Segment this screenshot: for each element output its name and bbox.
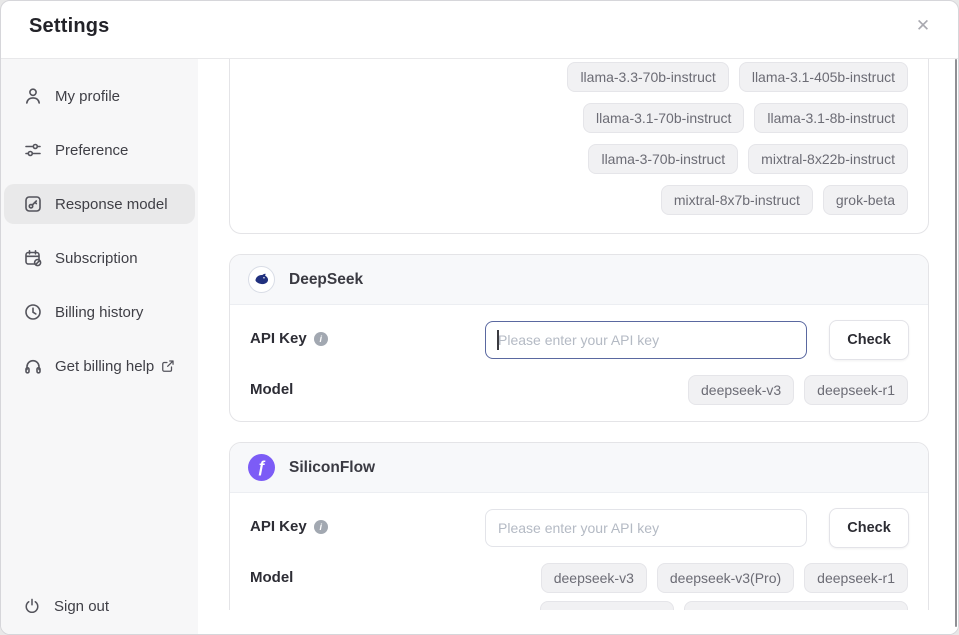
model-chip[interactable]: deepseek-v3 [541, 563, 647, 593]
page-title: Settings [29, 15, 110, 38]
api-key-label: API Key i [250, 518, 328, 535]
model-chip[interactable]: deepseek-v3(Pro) [657, 563, 794, 593]
sidebar-item-label: Preference [55, 142, 128, 159]
siliconflow-logo-icon: ƒ [248, 454, 275, 481]
sidebar-item-billing-history[interactable]: Billing history [4, 292, 195, 332]
provider-name: SiliconFlow [289, 459, 375, 477]
api-key-input[interactable] [485, 321, 807, 359]
info-icon[interactable]: i [314, 332, 328, 346]
sidebar-item-response-model[interactable]: Response model [4, 184, 195, 224]
sidebar-nav: My profile Preference Response model [1, 76, 198, 386]
user-icon [23, 86, 43, 106]
check-button[interactable]: Check [829, 508, 909, 548]
external-link-icon [161, 359, 175, 373]
calendar-icon [23, 248, 43, 268]
provider-card-siliconflow: ƒ SiliconFlow API Key i Check Model deep… [229, 442, 929, 635]
model-chip[interactable]: llama-3.1-405b-instruct [739, 62, 908, 92]
model-label: Model [250, 569, 293, 586]
model-chip[interactable]: llama-3-70b-instruct [588, 144, 738, 174]
sidebar: My profile Preference Response model [1, 59, 198, 634]
sliders-icon [23, 140, 43, 160]
model-chip-list: llama-3.3-70b-instruct llama-3.1-405b-in… [230, 62, 928, 233]
model-label: Model [250, 381, 293, 398]
sidebar-item-subscription[interactable]: Subscription [4, 238, 195, 278]
deepseek-logo-icon [248, 266, 275, 293]
power-icon [23, 597, 41, 615]
clock-icon [23, 302, 43, 322]
settings-dialog: Settings ✕ My profile Preference [0, 0, 959, 635]
close-icon[interactable]: ✕ [910, 13, 936, 39]
sidebar-item-label: Get billing help [55, 358, 154, 375]
sidebar-item-label: My profile [55, 88, 120, 105]
api-key-label: API Key i [250, 330, 328, 347]
model-chip[interactable]: deepseek-v3 [688, 375, 794, 405]
model-chip[interactable]: llama-3.3-70b-instruct [567, 62, 728, 92]
sign-out-label: Sign out [54, 598, 109, 615]
sidebar-item-get-billing-help[interactable]: Get billing help [4, 346, 195, 386]
model-chip[interactable]: deepseek-r1 [804, 375, 908, 405]
provider-name: DeepSeek [289, 271, 363, 289]
info-icon[interactable]: i [314, 520, 328, 534]
model-chip-list: deepseek-v3 deepseek-r1 [688, 375, 908, 405]
provider-card-partial: llama-3.3-70b-instruct llama-3.1-405b-in… [229, 59, 929, 234]
sidebar-item-my-profile[interactable]: My profile [4, 76, 195, 116]
model-chip[interactable]: llama-3.1-8b-instruct [754, 103, 908, 133]
sidebar-item-label: Billing history [55, 304, 143, 321]
sign-out-button[interactable]: Sign out [4, 586, 195, 626]
headset-icon [23, 356, 43, 376]
provider-header: DeepSeek [230, 255, 928, 305]
key-square-icon [23, 194, 43, 214]
model-chip[interactable]: deepseek-r1 [804, 563, 908, 593]
model-chip-list: deepseek-v3 deepseek-v3(Pro) deepseek-r1 [541, 563, 908, 593]
model-chip[interactable]: grok-beta [823, 185, 908, 215]
check-button[interactable]: Check [829, 320, 909, 360]
provider-header: ƒ SiliconFlow [230, 443, 928, 493]
model-chip[interactable]: llama-3.1-70b-instruct [583, 103, 744, 133]
content-viewport: llama-3.3-70b-instruct llama-3.1-405b-in… [198, 59, 959, 635]
text-caret [497, 330, 499, 350]
sidebar-item-label: Subscription [55, 250, 138, 267]
bottom-clip-mask [198, 610, 959, 635]
model-chip[interactable]: mixtral-8x7b-instruct [661, 185, 813, 215]
sidebar-item-label: Response model [55, 196, 168, 213]
provider-card-deepseek: DeepSeek API Key i Check Model deepseek-… [229, 254, 929, 422]
vertical-scrollbar[interactable] [955, 59, 957, 627]
model-chip[interactable]: mixtral-8x22b-instruct [748, 144, 908, 174]
api-key-input[interactable] [485, 509, 807, 547]
sidebar-item-preference[interactable]: Preference [4, 130, 195, 170]
